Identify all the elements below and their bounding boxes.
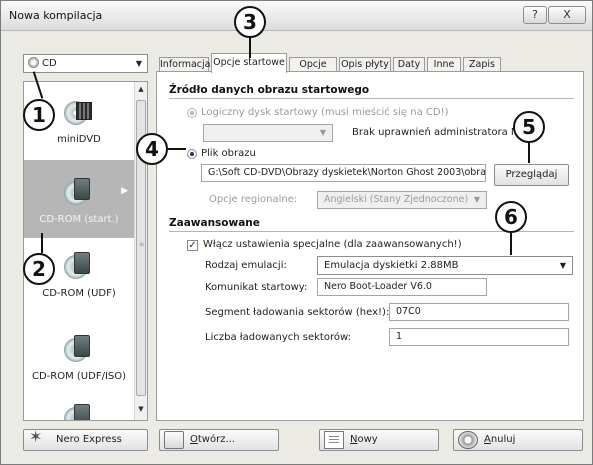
- new-label: owy: [357, 434, 378, 445]
- callout-1: 1: [23, 99, 55, 131]
- boot-source-title: Źródło danych obrazu startowego: [169, 84, 370, 96]
- boot-message-label: Komunikat startowy:: [205, 282, 308, 293]
- callout-line: [41, 233, 43, 253]
- sector-count-label: Liczba ładowanych sektorów:: [205, 332, 351, 343]
- cdrom-icon: [64, 404, 94, 420]
- no-admin-warning: Brak uprawnień administratora NT!: [352, 127, 529, 138]
- cdrom-icon: [64, 252, 94, 280]
- cdrom-icon: [64, 335, 94, 363]
- callout-3: 3: [234, 6, 266, 38]
- cdrom-icon: [64, 178, 94, 206]
- enable-advanced-checkbox[interactable]: ✓: [187, 240, 198, 251]
- callout-line: [510, 233, 512, 255]
- load-segment-label: Segment ładowania sektorów (hex!):: [205, 307, 390, 318]
- callout-5: 5: [513, 111, 545, 143]
- regional-dropdown[interactable]: Angielski (Stany Zjednoczone) ▼: [317, 191, 487, 209]
- list-item-label: miniDVD: [57, 134, 101, 145]
- image-file-label: Plik obrazu: [201, 148, 256, 159]
- callout-line: [168, 148, 186, 150]
- image-file-radio[interactable]: [187, 149, 197, 159]
- callout-6: 6: [495, 201, 527, 233]
- scroll-up-icon[interactable]: ▲: [135, 85, 147, 97]
- nero-express-label: Nero Express: [56, 434, 122, 445]
- media-type-value: CD: [42, 58, 57, 69]
- chevron-down-icon: ▼: [135, 59, 142, 68]
- callout-4: 4: [136, 133, 168, 165]
- new-document-icon: [324, 431, 344, 449]
- nero-express-icon: ✶: [29, 427, 43, 446]
- emulation-value: Emulacja dyskietki 2.88MB: [324, 260, 459, 271]
- emulation-label: Rodzaj emulacji:: [205, 260, 287, 271]
- logical-drive-label: Logiczny dysk startowy (musi mieścić się…: [201, 107, 449, 118]
- scroll-down-icon[interactable]: ▼: [135, 405, 147, 417]
- sector-count-input[interactable]: 1: [389, 328, 569, 346]
- chevron-down-icon: ▼: [319, 128, 326, 137]
- list-item-cdrom-udf-iso[interactable]: CD-ROM (UDF/ISO): [24, 335, 134, 393]
- selection-arrow-icon: ▶: [121, 186, 128, 196]
- list-item-label: CD-ROM (UDF/ISO): [31, 371, 127, 382]
- enable-advanced-label: Włącz ustawienia specjalne (dla zaawanso…: [203, 239, 462, 250]
- advanced-title: Zaawansowane: [169, 217, 260, 229]
- open-folder-icon: [164, 431, 184, 449]
- open-label: twórz...: [197, 434, 235, 445]
- list-item-label: CD-ROM (start.): [39, 214, 119, 225]
- list-item-cdrom-boot[interactable]: CD-ROM (start.) ▶: [24, 160, 134, 238]
- boot-message-input[interactable]: Nero Boot-Loader V6.0: [317, 278, 487, 296]
- callout-2: 2: [23, 253, 55, 285]
- close-button[interactable]: X: [548, 6, 586, 24]
- help-button[interactable]: ?: [523, 6, 547, 24]
- media-type-dropdown[interactable]: CD ▼: [23, 54, 148, 73]
- cancel-label: nuluj: [490, 434, 516, 445]
- list-item-partial[interactable]: [24, 404, 134, 420]
- emulation-dropdown[interactable]: Emulacja dyskietki 2.88MB ▼: [317, 256, 573, 275]
- cancel-mnemonic: A: [484, 434, 491, 445]
- chevron-down-icon: ▼: [473, 195, 480, 204]
- logical-drive-dropdown[interactable]: ▼: [203, 124, 333, 142]
- open-button[interactable]: Otwórz...: [159, 429, 279, 451]
- dialog-window: Nowa kompilacja ? X CD ▼ miniDVD CD-ROM …: [0, 0, 593, 465]
- cancel-icon: [458, 431, 478, 449]
- browse-button[interactable]: Przeglądaj: [494, 164, 569, 186]
- load-segment-input[interactable]: 07C0: [389, 303, 569, 321]
- image-path-input[interactable]: G:\Soft CD-DVD\Obrazy dyskietek\Norton G…: [201, 164, 486, 182]
- nero-express-button[interactable]: ✶ Nero Express: [23, 427, 148, 451]
- new-button[interactable]: Nowy: [319, 429, 439, 451]
- logical-drive-radio[interactable]: [187, 108, 197, 118]
- cancel-button[interactable]: Anuluj: [453, 429, 583, 451]
- callout-line: [528, 143, 530, 163]
- chevron-down-icon: ▼: [559, 261, 566, 270]
- regional-label: Opcje regionalne:: [209, 194, 298, 205]
- open-mnemonic: O: [190, 434, 198, 445]
- minidvd-icon: [64, 98, 94, 126]
- window-title: Nowa kompilacja: [9, 9, 103, 22]
- cd-icon: [28, 57, 39, 68]
- divider: [169, 98, 574, 99]
- regional-value: Angielski (Stany Zjednoczone): [324, 194, 469, 205]
- list-scrollbar[interactable]: ▲ ≡ ▼: [134, 82, 147, 420]
- title-bar: Nowa kompilacja ? X: [1, 1, 592, 31]
- list-item-label: CD-ROM (UDF): [42, 288, 116, 299]
- callout-line: [249, 38, 251, 58]
